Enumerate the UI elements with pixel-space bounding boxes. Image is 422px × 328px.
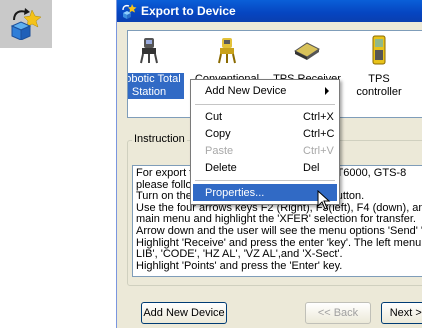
app-icon — [122, 4, 137, 19]
instruction-line: Arrow down and the user will see the men… — [136, 224, 422, 237]
export-to-device-icon[interactable] — [0, 0, 52, 48]
tps-controller-icon — [372, 35, 386, 65]
device-label: Robotic Total Station — [128, 73, 184, 99]
menu-item-add-new-device[interactable]: Add New Device — [193, 82, 337, 99]
menu-item-label: Paste — [205, 144, 234, 157]
menu-separator — [195, 180, 335, 181]
menu-item-shortcut: Del — [303, 161, 320, 174]
menu-item-properties[interactable]: Properties... — [193, 184, 337, 201]
title-bar[interactable]: Export to Device — [117, 0, 422, 22]
tps-receiver-icon — [294, 42, 320, 60]
menu-separator — [195, 104, 335, 105]
back-button[interactable]: << Back — [305, 302, 371, 324]
instructions-legend: Instruction — [132, 133, 187, 145]
device-item-robotic-total-station[interactable]: Robotic Total Station — [128, 35, 184, 99]
menu-item-label: Properties... — [205, 186, 265, 199]
conventional-station-icon — [218, 38, 236, 64]
add-new-device-button[interactable]: Add New Device — [141, 302, 227, 324]
menu-item-delete[interactable]: Delete Del — [193, 159, 337, 176]
device-item-tps-controller[interactable]: TPS controller — [344, 35, 414, 99]
mouse-cursor-icon — [317, 190, 331, 210]
menu-item-label: Add New Device — [205, 84, 287, 97]
instruction-line: LIB', 'CODE', 'HZ AL', 'VZ AL',and 'X-Se… — [136, 248, 343, 261]
menu-item-shortcut: Ctrl+V — [303, 144, 334, 157]
device-label: TPS controller — [356, 73, 402, 98]
menu-item-label: Copy — [205, 127, 231, 140]
menu-item-label: Cut — [205, 110, 223, 123]
window-title: Export to Device — [141, 4, 236, 18]
menu-item-cut[interactable]: Cut Ctrl+X — [193, 108, 337, 125]
context-menu: Add New Device Cut Ctrl+X Copy Ctrl+C Pa… — [190, 79, 340, 205]
next-button[interactable]: Next >> — [381, 302, 422, 324]
menu-item-shortcut: Ctrl+X — [303, 110, 334, 123]
robotic-total-station-icon — [140, 38, 158, 64]
submenu-arrow-icon — [325, 87, 329, 95]
menu-item-copy[interactable]: Copy Ctrl+C — [193, 125, 337, 142]
menu-item-paste[interactable]: Paste Ctrl+V — [193, 142, 337, 159]
instruction-line: Highlight 'Points' and press the 'Enter'… — [136, 259, 343, 272]
menu-item-shortcut: Ctrl+C — [303, 127, 335, 140]
menu-item-label: Delete — [205, 161, 237, 174]
